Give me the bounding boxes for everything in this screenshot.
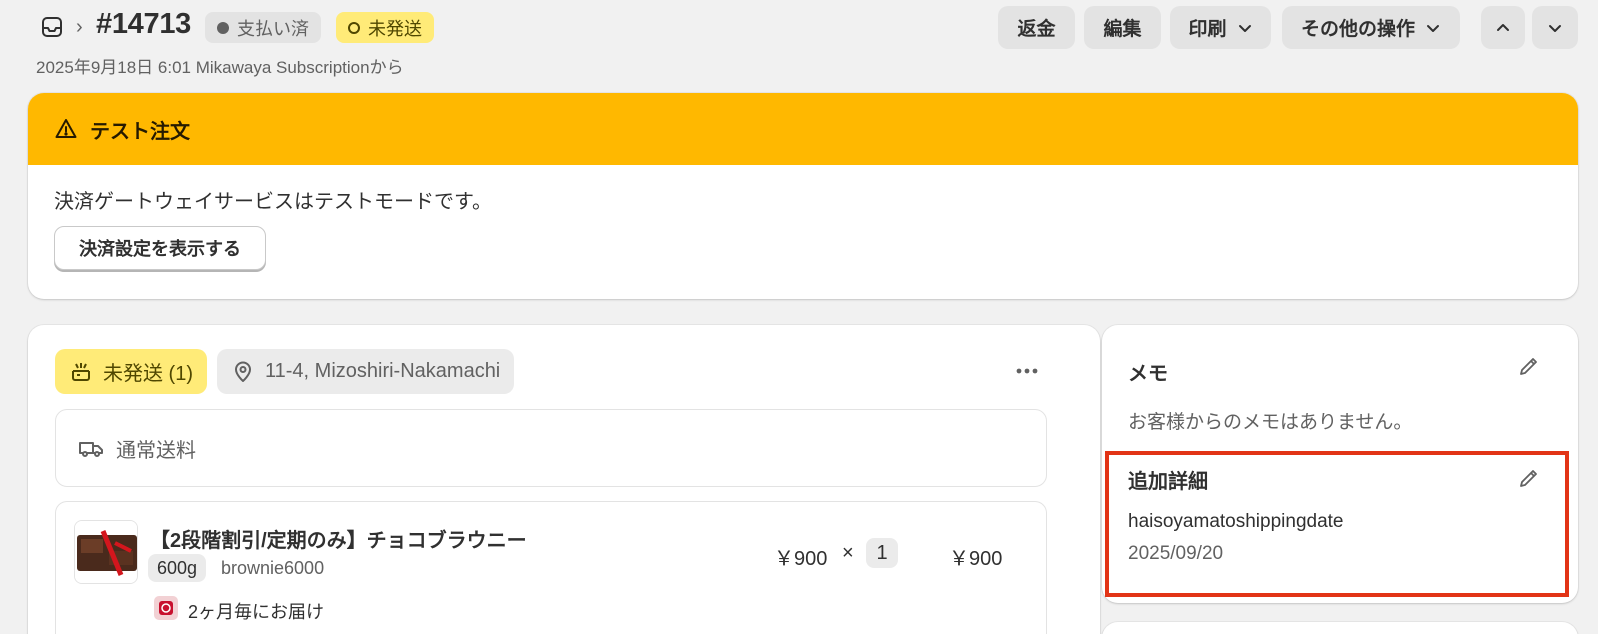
unfulfilled-pill: 未発送 (1) bbox=[55, 349, 207, 394]
status-ring-icon bbox=[348, 21, 360, 34]
unfulfilled-label: 未発送 (1) bbox=[103, 363, 193, 385]
payment-status-badge: 支払い済 bbox=[205, 12, 321, 43]
inbox-icon[interactable] bbox=[40, 15, 64, 39]
warning-icon bbox=[55, 119, 77, 138]
status-dot-icon bbox=[217, 21, 229, 34]
product-sku: brownie6000 bbox=[221, 558, 325, 578]
delivery-truck-icon bbox=[79, 442, 103, 457]
location-label: 11-4, Mizoshiri-Nakamachi bbox=[265, 360, 501, 382]
shipping-method-label: 通常送料 bbox=[116, 439, 196, 462]
view-payment-settings-button[interactable]: 決済設定を表示する bbox=[54, 226, 266, 270]
order-number: #14713 bbox=[96, 8, 191, 40]
notes-empty-text: お客様からのメモはありません。 bbox=[1128, 412, 1413, 433]
additional-details-title: 追加詳細 bbox=[1128, 471, 1208, 493]
shipping-method-box: 通常送料 bbox=[55, 409, 1047, 487]
chevron-down-icon bbox=[1549, 24, 1561, 32]
variant-tag: 600g bbox=[148, 554, 207, 582]
multiply-sign: × bbox=[842, 542, 854, 564]
edit-button-label: 編集 bbox=[1103, 19, 1142, 40]
subscription-frequency: 2ヶ月毎にお届け bbox=[188, 602, 325, 622]
line-item: 【2段階割引/定期のみ】チョコブラウニー 600g brownie6000 2ヶ… bbox=[55, 501, 1047, 634]
next-order-button[interactable] bbox=[1532, 6, 1578, 49]
location-pin-icon bbox=[235, 361, 251, 382]
notes-title: メモ bbox=[1128, 363, 1168, 385]
chevron-down-icon bbox=[1427, 24, 1439, 32]
print-button[interactable]: 印刷 bbox=[1170, 6, 1271, 49]
order-subtitle: 2025年9月18日 6:01 Mikawaya Subscriptionから bbox=[36, 58, 404, 77]
edit-button[interactable]: 編集 bbox=[1084, 6, 1161, 49]
edit-pencil-icon[interactable] bbox=[1518, 355, 1540, 377]
package-icon bbox=[72, 362, 90, 381]
refund-button[interactable]: 返金 bbox=[998, 6, 1075, 49]
more-options-icon[interactable] bbox=[1010, 359, 1044, 383]
banner-message: 決済ゲートウェイサービスはテストモードです。 bbox=[54, 191, 492, 213]
additional-detail-value: 2025/09/20 bbox=[1128, 543, 1224, 564]
chevron-up-icon bbox=[1497, 23, 1509, 31]
print-button-label: 印刷 bbox=[1188, 19, 1227, 40]
more-actions-label: その他の操作 bbox=[1300, 19, 1415, 40]
previous-order-button[interactable] bbox=[1481, 6, 1525, 49]
test-order-banner: テスト注文 決済ゲートウェイサービスはテストモードです。 決済設定を表示する bbox=[28, 93, 1578, 299]
location-pill: 11-4, Mizoshiri-Nakamachi bbox=[217, 349, 515, 394]
product-title[interactable]: 【2段階割引/定期のみ】チョコブラウニー bbox=[150, 524, 527, 553]
unit-price: ￥900 bbox=[774, 548, 828, 570]
refund-button-label: 返金 bbox=[1017, 19, 1056, 40]
product-thumbnail[interactable] bbox=[74, 520, 138, 584]
quantity-badge: 1 bbox=[866, 538, 898, 568]
edit-pencil-icon[interactable] bbox=[1518, 467, 1540, 489]
fulfillment-status-label: 未発送 bbox=[368, 18, 422, 39]
subscription-app-icon bbox=[154, 596, 178, 620]
additional-detail-key: haisoyamatoshippingdate bbox=[1128, 511, 1344, 532]
breadcrumb-chevron-icon: › bbox=[76, 16, 83, 38]
notes-card: メモ お客様からのメモはありません。 追加詳細 haisoyamatoshipp… bbox=[1102, 325, 1578, 603]
fulfillment-status-badge: 未発送 bbox=[336, 12, 434, 43]
next-side-card bbox=[1102, 622, 1578, 634]
payment-status-label: 支払い済 bbox=[237, 18, 309, 39]
fulfillment-card: 未発送 (1) 11-4, Mizoshiri-Nakamachi 通常送料 【… bbox=[28, 325, 1100, 634]
more-actions-button[interactable]: その他の操作 bbox=[1282, 6, 1460, 49]
banner-header: テスト注文 bbox=[28, 93, 1578, 165]
line-total: ￥900 bbox=[949, 548, 1003, 570]
chevron-down-icon bbox=[1238, 24, 1251, 32]
banner-title: テスト注文 bbox=[90, 120, 190, 143]
